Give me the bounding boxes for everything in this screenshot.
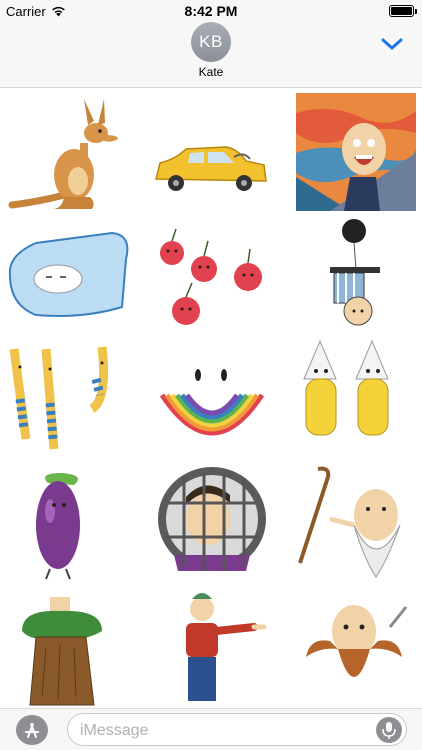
- sticker-eggplant[interactable]: [2, 463, 132, 583]
- contact-name[interactable]: Kate: [0, 65, 422, 79]
- message-placeholder: iMessage: [80, 722, 149, 739]
- sticker-corn-ghosts[interactable]: [290, 339, 420, 459]
- avatar[interactable]: KB: [191, 22, 231, 62]
- chevron-down-icon[interactable]: [380, 36, 404, 52]
- sticker-old-man-cane[interactable]: [290, 463, 420, 583]
- sticker-yellow-taxi[interactable]: [146, 93, 276, 213]
- compose-bar: iMessage: [0, 708, 422, 750]
- sticker-rainbow-smile[interactable]: [146, 339, 276, 459]
- message-input[interactable]: iMessage: [67, 713, 407, 746]
- sticker-tree-costume[interactable]: [2, 587, 132, 707]
- sticker-grid: [0, 89, 422, 708]
- sticker-running-cherries[interactable]: [146, 215, 276, 335]
- app-store-icon[interactable]: [16, 715, 48, 745]
- sticker-boy-behind-bars[interactable]: [146, 463, 276, 583]
- clock: 8:42 PM: [184, 3, 238, 19]
- sticker-kangaroo[interactable]: [2, 93, 132, 213]
- battery-icon: [389, 5, 417, 17]
- sticker-pointing-man[interactable]: [146, 587, 276, 707]
- sticker-sleeping-pillow[interactable]: [2, 215, 132, 335]
- status-bar: Carrier 8:42 PM: [0, 0, 422, 22]
- microphone-icon[interactable]: [376, 717, 402, 743]
- conversation-header: KB Kate: [0, 22, 422, 88]
- sticker-balloon-man[interactable]: [290, 215, 420, 335]
- sticker-mustache-wizard[interactable]: [290, 587, 420, 707]
- sticker-striped-socks[interactable]: [2, 339, 132, 459]
- sticker-scream-parody[interactable]: [290, 93, 420, 213]
